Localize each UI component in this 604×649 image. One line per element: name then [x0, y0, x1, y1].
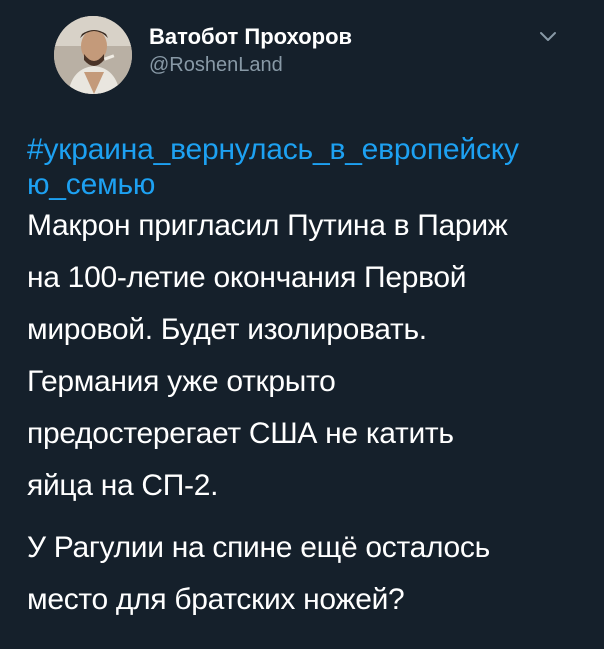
tweet-text-paragraph-1: Макрон пригласил Путина в Париж на 100-л… [27, 209, 508, 502]
author-handle[interactable]: @RoshenLand [149, 52, 352, 78]
chevron-down-icon[interactable] [538, 30, 558, 44]
author-info[interactable]: Ватобот Прохоров @RoshenLand [149, 24, 352, 78]
tweet-body: #украина_вернулась_в_европейску ю_семью … [27, 132, 587, 626]
author-display-name[interactable]: Ватобот Прохоров [149, 24, 352, 50]
tweet-header: Ватобот Прохоров @RoshenLand [27, 0, 582, 110]
tweet-card: Ватобот Прохоров @RoshenLand #украина_ве… [0, 0, 604, 649]
tweet-text-paragraph-2: У Рагулии на спине ещё осталось место дл… [27, 531, 490, 616]
hashtag-link[interactable]: #украина_вернулась_в_европейску ю_семью [27, 132, 587, 202]
avatar[interactable] [54, 16, 132, 94]
avatar-image [54, 16, 132, 94]
